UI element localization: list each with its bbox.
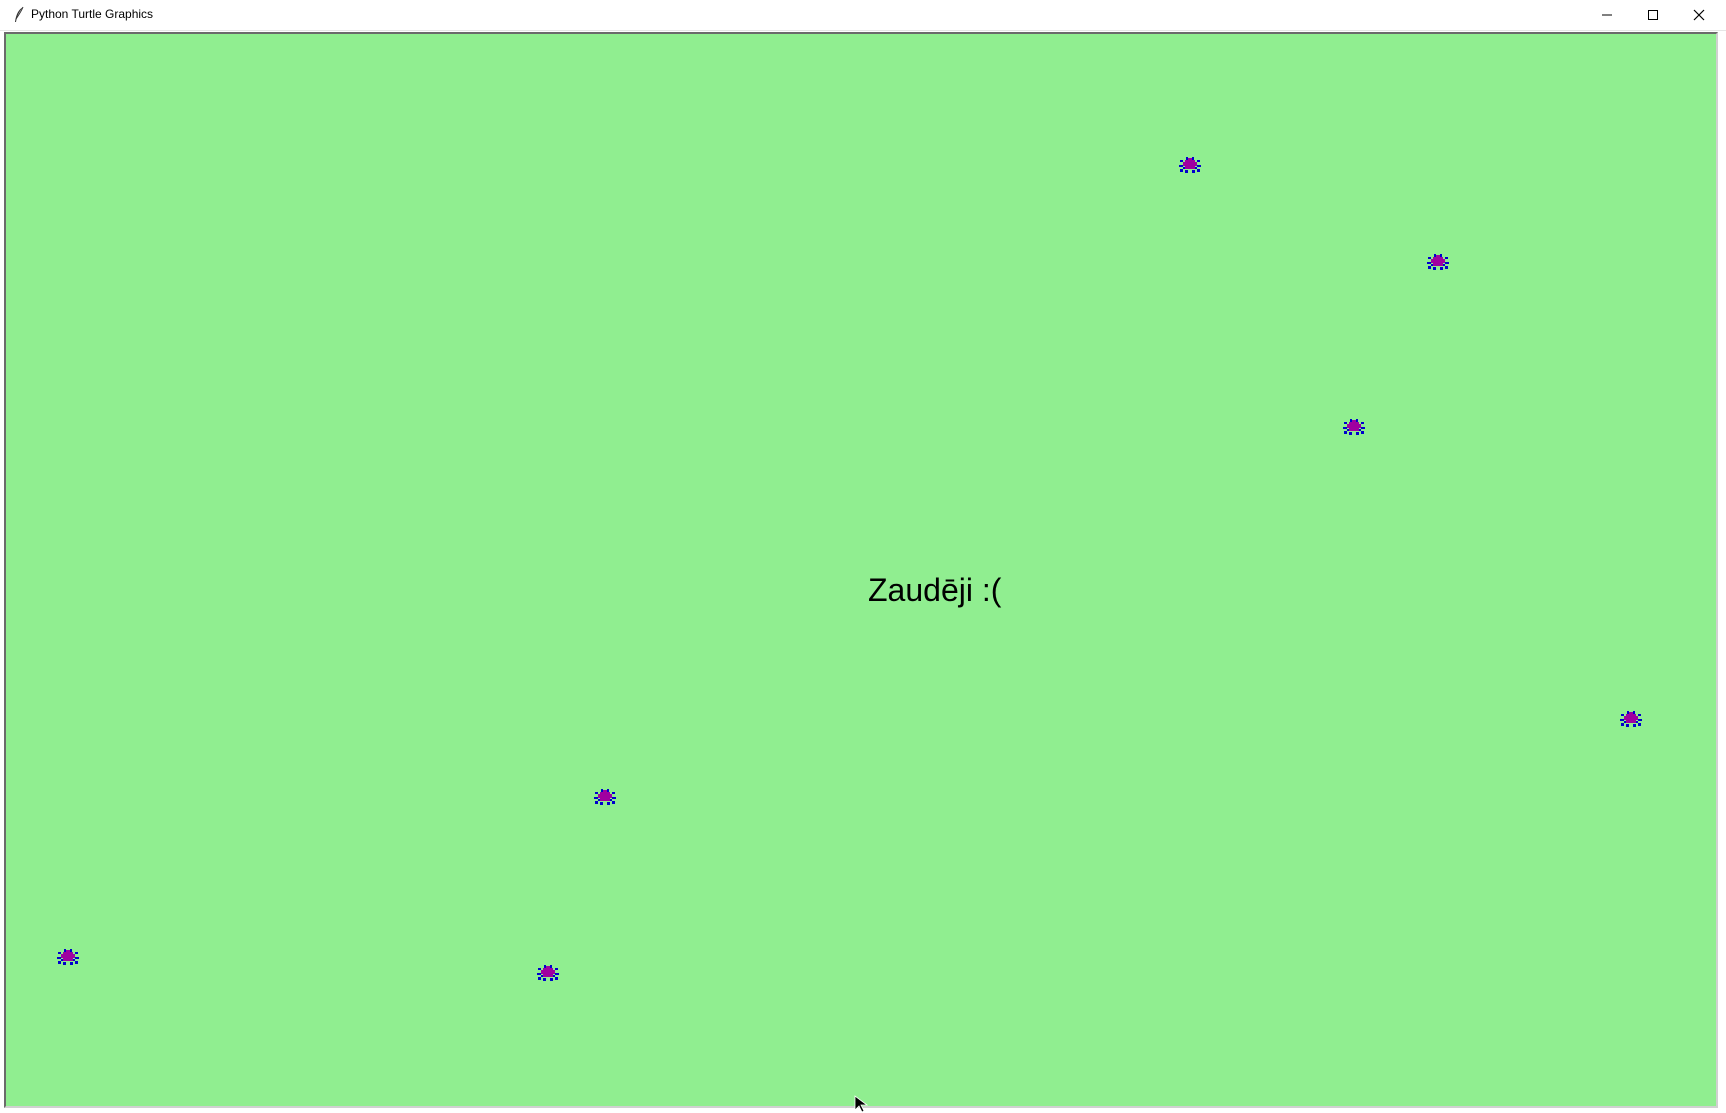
turtle-canvas[interactable]: Zaudēji :( <box>8 36 1716 1106</box>
bug-icon <box>1179 157 1201 173</box>
game-over-message: Zaudēji :( <box>868 572 1002 608</box>
maximize-icon <box>1648 10 1658 20</box>
turtle-canvas-frame: Zaudēji :( <box>4 32 1718 1108</box>
feather-icon <box>15 6 24 22</box>
title-bar[interactable]: Python Turtle Graphics <box>0 0 1726 31</box>
close-button[interactable] <box>1676 0 1722 30</box>
bug-icon <box>594 789 616 805</box>
bug-icon <box>1427 254 1449 270</box>
window-right-edge <box>1718 32 1726 1113</box>
window-title: Python Turtle Graphics <box>31 7 154 21</box>
bug-icon <box>57 949 79 965</box>
turtle-window: Python Turtle Graphics Zaudēji :( <box>0 0 1726 1113</box>
bug-icon <box>1343 419 1365 435</box>
bug-icon <box>537 965 559 981</box>
maximize-button[interactable] <box>1630 0 1676 30</box>
minimize-button[interactable] <box>1584 0 1630 30</box>
mouse-cursor-icon <box>854 1095 869 1113</box>
bug-icon <box>1620 711 1642 727</box>
close-icon <box>1693 9 1705 21</box>
minimize-icon <box>1602 14 1612 16</box>
